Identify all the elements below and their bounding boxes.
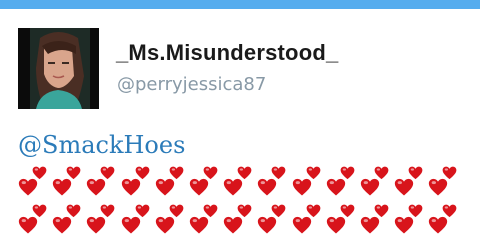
red-heart-icon — [87, 178, 106, 196]
red-heart-icon — [224, 178, 243, 196]
red-heart-icon — [189, 216, 209, 234]
display-name[interactable]: _Ms.Misunderstood_ — [116, 40, 338, 66]
red-heart-icon — [135, 204, 149, 218]
red-heart-icon — [18, 216, 38, 234]
red-heart-icon — [272, 166, 286, 180]
red-heart-icon — [374, 204, 389, 218]
red-heart-icon — [292, 216, 311, 234]
red-heart-icon — [258, 178, 277, 196]
red-heart-icon — [53, 216, 72, 234]
user-handle[interactable]: @perryjessica87 — [117, 74, 266, 95]
red-heart-icon — [429, 178, 448, 196]
red-heart-icon — [408, 166, 423, 180]
red-heart-icon — [326, 178, 345, 196]
red-heart-icon — [306, 204, 320, 218]
red-heart-icon — [306, 166, 320, 180]
red-heart-icon — [272, 204, 286, 218]
avatar[interactable] — [18, 28, 99, 109]
red-heart-icon — [189, 178, 209, 196]
red-heart-icon — [395, 216, 414, 234]
red-heart-icon — [395, 178, 414, 196]
red-heart-icon — [169, 166, 184, 180]
red-heart-icon — [101, 204, 115, 218]
red-heart-icon — [203, 204, 218, 218]
red-heart-icon — [292, 178, 311, 196]
red-heart-icon — [53, 178, 72, 196]
red-heart-icon — [360, 216, 380, 234]
red-heart-icon — [443, 166, 457, 180]
red-heart-icon — [155, 216, 174, 234]
top-accent-bar — [0, 0, 480, 9]
red-heart-icon — [443, 204, 457, 218]
red-heart-icon — [408, 204, 423, 218]
red-heart-icon — [203, 166, 218, 180]
red-heart-icon — [18, 178, 38, 196]
red-heart-icon — [121, 178, 140, 196]
red-heart-icon — [66, 204, 81, 218]
red-heart-icon — [32, 166, 47, 180]
red-heart-icon — [258, 216, 277, 234]
mention-link[interactable]: @SmackHoes — [18, 131, 185, 159]
red-heart-icon — [155, 178, 174, 196]
red-heart-icon — [374, 166, 389, 180]
red-heart-icon — [340, 166, 355, 180]
heart-emoji-text — [18, 164, 478, 240]
red-heart-icon — [340, 204, 355, 218]
red-heart-icon — [101, 166, 115, 180]
red-heart-icon — [169, 204, 184, 218]
red-heart-icon — [237, 166, 252, 180]
heart-row — [18, 202, 478, 240]
red-heart-icon — [224, 216, 243, 234]
red-heart-icon — [360, 178, 380, 196]
red-heart-icon — [429, 216, 448, 234]
profile-photo-icon — [18, 28, 99, 109]
red-heart-icon — [237, 204, 252, 218]
red-heart-icon — [66, 166, 81, 180]
red-heart-icon — [326, 216, 345, 234]
red-heart-icon — [32, 204, 47, 218]
red-heart-icon — [121, 216, 140, 234]
red-heart-icon — [87, 216, 106, 234]
red-heart-icon — [135, 166, 149, 180]
heart-row — [18, 164, 478, 202]
